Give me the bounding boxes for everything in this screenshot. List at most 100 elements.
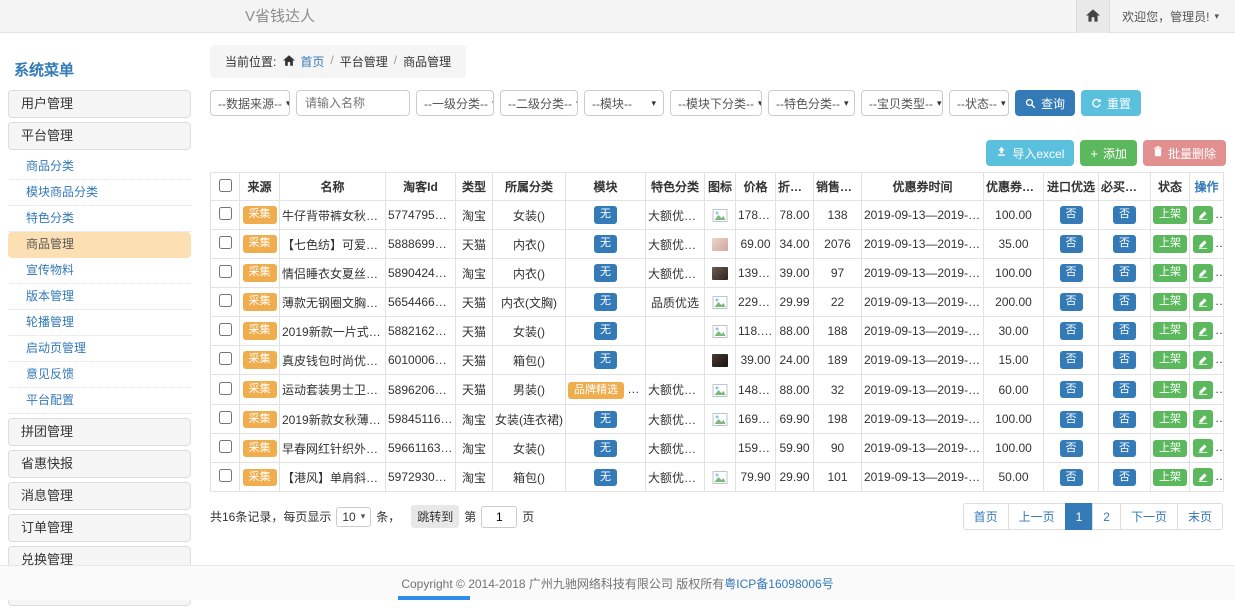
edit-button[interactable] (1193, 264, 1213, 282)
sidebar-group-2[interactable]: 平台管理 (8, 122, 191, 150)
page-button-末页[interactable]: 末页 (1177, 503, 1223, 530)
breadcrumb-home-link[interactable]: 首页 (300, 53, 324, 70)
imported-toggle[interactable]: 否 (1060, 440, 1083, 457)
imported-toggle[interactable]: 否 (1060, 264, 1083, 281)
must-buy-toggle[interactable]: 否 (1113, 235, 1136, 252)
imported-toggle[interactable]: 否 (1060, 293, 1083, 310)
status-badge[interactable]: 上架 (1153, 440, 1187, 457)
import-excel-button[interactable]: 导入excel (986, 140, 1074, 166)
must-buy-toggle[interactable]: 否 (1113, 440, 1136, 457)
status-badge[interactable]: 上架 (1153, 235, 1187, 252)
status-badge[interactable]: 上架 (1153, 293, 1187, 310)
sidebar-item[interactable]: 意见反馈 (8, 362, 191, 388)
reset-button[interactable]: 重置 (1081, 90, 1141, 116)
must-buy-toggle[interactable]: 否 (1113, 293, 1136, 310)
status-badge[interactable]: 上架 (1153, 206, 1187, 223)
cell-feature-category: 大额优惠券 (646, 463, 705, 492)
filter-select[interactable]: --一级分类--▾ (416, 90, 494, 116)
select-all-checkbox[interactable] (219, 179, 232, 192)
batch-delete-button[interactable]: 批量删除 (1143, 140, 1226, 166)
sidebar-item[interactable]: 轮播管理 (8, 310, 191, 336)
must-buy-toggle[interactable]: 否 (1113, 381, 1136, 398)
sidebar-item[interactable]: 平台配置 (8, 388, 191, 414)
page-button-1[interactable]: 1 (1065, 503, 1094, 530)
sidebar-item[interactable]: 模块商品分类 (8, 180, 191, 206)
row-checkbox[interactable] (219, 469, 232, 482)
filter-select[interactable]: --特色分类--▾ (768, 90, 855, 116)
filter-select[interactable]: --模块下分类--▾ (670, 90, 762, 116)
row-checkbox[interactable] (219, 265, 232, 278)
imported-toggle[interactable]: 否 (1060, 322, 1083, 339)
must-buy-toggle[interactable]: 否 (1113, 206, 1136, 223)
status-badge[interactable]: 上架 (1153, 264, 1187, 281)
row-checkbox[interactable] (219, 294, 232, 307)
name-search-input[interactable] (296, 90, 410, 116)
search-button[interactable]: 查询 (1015, 90, 1075, 116)
filter-select[interactable]: --数据来源--▾ (210, 90, 290, 116)
sidebar-group-5[interactable]: 消息管理 (8, 482, 191, 510)
edit-button[interactable] (1193, 468, 1213, 486)
status-badge[interactable]: 上架 (1153, 351, 1187, 368)
edit-button[interactable] (1193, 235, 1213, 253)
page-number-input[interactable] (481, 506, 517, 528)
sidebar-item[interactable]: 宣传物料 (8, 258, 191, 284)
add-button[interactable]: + 添加 (1080, 140, 1137, 166)
status-badge[interactable]: 上架 (1153, 411, 1187, 428)
sidebar-group-4[interactable]: 省惠快报 (8, 450, 191, 478)
cell-module: 无 (566, 201, 646, 230)
status-badge[interactable]: 上架 (1153, 381, 1187, 398)
edit-button[interactable] (1193, 439, 1213, 457)
edit-button[interactable] (1193, 322, 1213, 340)
status-badge[interactable]: 上架 (1153, 469, 1187, 486)
page-button-下一页[interactable]: 下一页 (1120, 503, 1178, 530)
must-buy-toggle[interactable]: 否 (1113, 322, 1136, 339)
edit-button[interactable] (1193, 293, 1213, 311)
row-checkbox[interactable] (219, 207, 232, 220)
cell-status: 上架 (1151, 288, 1190, 317)
imported-toggle[interactable]: 否 (1060, 206, 1083, 223)
filter-select[interactable]: --二级分类--▾ (500, 90, 578, 116)
cell-must-buy: 否 (1099, 317, 1151, 346)
edit-button[interactable] (1193, 410, 1213, 428)
per-page-select[interactable]: 10 ▾ (336, 507, 371, 527)
imported-toggle[interactable]: 否 (1060, 469, 1083, 486)
page-button-首页[interactable]: 首页 (963, 503, 1009, 530)
icp-link[interactable]: 粤ICP备16098006号 (724, 575, 833, 592)
sidebar-item[interactable]: 商品分类 (8, 154, 191, 180)
home-button[interactable] (1076, 0, 1110, 33)
imported-toggle[interactable]: 否 (1060, 235, 1083, 252)
sidebar-item[interactable]: 特色分类 (8, 206, 191, 232)
edit-button[interactable] (1193, 206, 1213, 224)
row-checkbox[interactable] (219, 382, 232, 395)
imported-toggle[interactable]: 否 (1060, 411, 1083, 428)
row-checkbox[interactable] (219, 323, 232, 336)
must-buy-toggle[interactable]: 否 (1113, 469, 1136, 486)
page-button-上一页[interactable]: 上一页 (1008, 503, 1066, 530)
status-badge[interactable]: 上架 (1153, 322, 1187, 339)
cell-module: 无 (566, 434, 646, 463)
filter-select[interactable]: --模块--▾ (584, 90, 664, 116)
sidebar-group-6[interactable]: 订单管理 (8, 514, 191, 542)
must-buy-toggle[interactable]: 否 (1113, 351, 1136, 368)
filter-select-label: --特色分类-- (776, 95, 840, 112)
edit-button[interactable] (1193, 381, 1213, 399)
user-menu[interactable]: 欢迎您，管理员! ▾ (1110, 0, 1235, 33)
jump-button[interactable]: 跳转到 (411, 505, 459, 528)
imported-toggle[interactable]: 否 (1060, 351, 1083, 368)
filter-select[interactable]: --状态--▾ (949, 90, 1009, 116)
must-buy-toggle[interactable]: 否 (1113, 264, 1136, 281)
page-button-2[interactable]: 2 (1092, 503, 1121, 530)
sidebar-item[interactable]: 商品管理 (8, 232, 191, 258)
imported-toggle[interactable]: 否 (1060, 381, 1083, 398)
row-checkbox[interactable] (219, 411, 232, 424)
sidebar-item[interactable]: 启动页管理 (8, 336, 191, 362)
row-checkbox[interactable] (219, 440, 232, 453)
filter-select[interactable]: --宝贝类型--▾ (861, 90, 943, 116)
must-buy-toggle[interactable]: 否 (1113, 411, 1136, 428)
row-checkbox[interactable] (219, 352, 232, 365)
edit-button[interactable] (1193, 351, 1213, 369)
row-checkbox[interactable] (219, 236, 232, 249)
sidebar-item[interactable]: 版本管理 (8, 284, 191, 310)
sidebar-group-3[interactable]: 拼团管理 (8, 418, 191, 446)
sidebar-group-1[interactable]: 用户管理 (8, 90, 191, 118)
